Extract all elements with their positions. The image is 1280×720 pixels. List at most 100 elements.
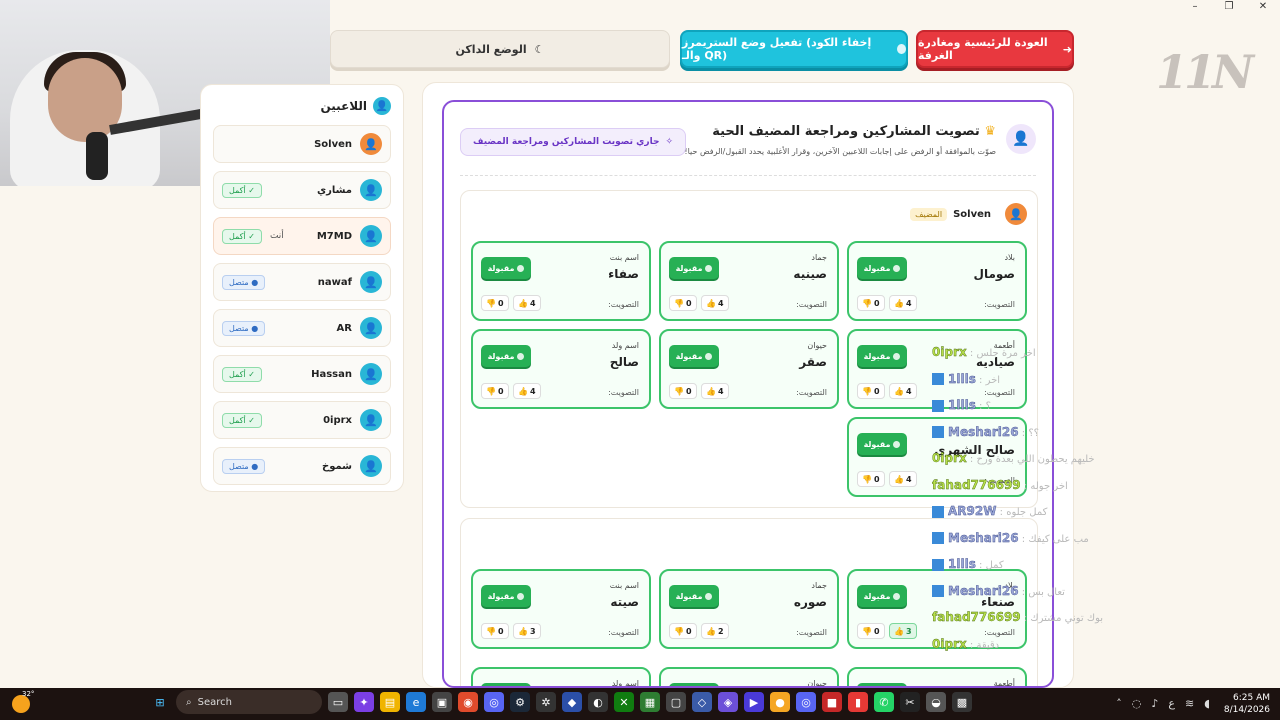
microphone-icon — [86, 132, 108, 180]
wifi-icon[interactable]: ≋ — [1185, 697, 1194, 710]
thumbs-up-icon: 👍 — [706, 386, 716, 396]
app8-icon[interactable]: ◒ — [926, 692, 946, 712]
answer-word: صوره — [793, 595, 827, 609]
capcut-icon[interactable]: ✂ — [900, 692, 920, 712]
thumbs-up-icon: 👍 — [894, 386, 904, 396]
twitch-icon — [932, 399, 944, 412]
players-panel: 👤 اللاعبين 👤 Solven 👤 مشاري ✓ أكمل 👤 M7M… — [200, 84, 404, 492]
steam-icon[interactable]: ⚙ — [510, 692, 530, 712]
streamer-mode-button[interactable]: تفعيل وضع الستريمرز (إخفاء الكود والـ QR… — [680, 30, 908, 68]
lang-indicator[interactable]: ع — [1168, 697, 1175, 710]
microphone-tray-icon[interactable]: ♪ — [1151, 697, 1158, 710]
downvote-button[interactable]: 0 👎 — [857, 623, 885, 639]
app5-icon[interactable]: ● — [770, 692, 790, 712]
player-avatar: 👤 — [360, 133, 382, 155]
thumbs-down-icon: 👎 — [862, 298, 872, 308]
thumbs-down-icon: 👎 — [486, 298, 496, 308]
upvote-button[interactable]: 4 👍 — [513, 295, 541, 311]
app7-icon[interactable]: ▮ — [848, 692, 868, 712]
app2-icon[interactable]: ◇ — [692, 692, 712, 712]
accepted-badge: مقبولة — [481, 585, 531, 607]
store-icon[interactable]: ▣ — [432, 692, 452, 712]
discord-icon[interactable]: ◎ — [484, 692, 504, 712]
upvote-button[interactable]: 4 👍 — [513, 383, 541, 399]
downvote-button[interactable]: 0 👎 — [481, 383, 509, 399]
player-name: مشاري — [316, 184, 352, 196]
windows-start-icon[interactable]: ⊞ — [150, 692, 170, 712]
downvote-button[interactable]: 0 👎 — [481, 295, 509, 311]
upvote-button[interactable]: 4 👍 — [889, 295, 917, 311]
copilot-icon[interactable]: ✦ — [354, 692, 374, 712]
chat-message: 0iprx : دقيقة — [932, 636, 1000, 651]
check-circle-icon — [517, 352, 525, 360]
player-avatar: 👤 — [360, 455, 382, 477]
volume-icon[interactable]: ◖ — [1204, 697, 1210, 710]
downvote-button[interactable]: 0 👎 — [857, 471, 885, 487]
chat-message: AR92W : كمل جلوه — [932, 504, 1047, 518]
app4-icon[interactable]: ▶ — [744, 692, 764, 712]
app6-icon[interactable]: ■ — [822, 692, 842, 712]
clock[interactable]: 6:25 AM 8/14/2026 — [1224, 692, 1270, 716]
downvote-button[interactable]: 0 👎 — [481, 623, 509, 639]
player-avatar: 👤 — [360, 409, 382, 431]
host-name: Solven — [953, 208, 991, 220]
answer-card: اسم بنت صفاء مقبولة التصويت: 4 👍 0 👎 — [471, 241, 651, 321]
chat-text: اخر مرة جلس — [976, 348, 1036, 359]
player-row: 👤 nawaf ● متصل — [213, 263, 391, 301]
settings-icon[interactable]: ✲ — [536, 692, 556, 712]
upvote-button[interactable]: 3 👍 — [513, 623, 541, 639]
check-circle-icon — [893, 352, 901, 360]
upvote-button[interactable]: 4 👍 — [701, 383, 729, 399]
app9-icon[interactable]: ▩ — [952, 692, 972, 712]
whatsapp-icon[interactable]: ✆ — [874, 692, 894, 712]
discord2-icon[interactable]: ◎ — [796, 692, 816, 712]
downvote-button[interactable]: 0 👎 — [669, 295, 697, 311]
downvote-button[interactable]: 0 👎 — [857, 383, 885, 399]
upvote-button[interactable]: 2 👍 — [701, 623, 729, 639]
thumbs-up-icon: 👍 — [518, 298, 528, 308]
folder-icon[interactable]: ▢ — [666, 692, 686, 712]
thumbs-down-icon: 👎 — [862, 626, 872, 636]
taskbar-search[interactable]: ⌕ Search — [176, 690, 322, 714]
answer-word: صيته — [610, 595, 639, 609]
weather-temp: 32° — [22, 690, 35, 698]
app3-icon[interactable]: ◈ — [718, 692, 738, 712]
file-explorer-icon[interactable]: ▤ — [380, 692, 400, 712]
chrome-icon[interactable]: ◉ — [458, 692, 478, 712]
chat-message: fahad776699 : بوك توني مشترك — [932, 610, 1104, 624]
minecraft-icon[interactable]: ▦ — [640, 692, 660, 712]
xbox-icon[interactable]: ✕ — [614, 692, 634, 712]
downvote-button[interactable]: 0 👎 — [857, 295, 885, 311]
player-avatar: 👤 — [360, 317, 382, 339]
downvote-button[interactable]: 0 👎 — [669, 623, 697, 639]
chat-message: fahad776699 : اخر جوله — [932, 477, 1068, 492]
dark-mode-button[interactable]: الوضع الداكن ☾ — [330, 30, 670, 68]
network-icon[interactable]: ◌ — [1132, 697, 1142, 710]
answer-category: اسم بنت — [609, 253, 639, 262]
edge-icon[interactable]: e — [406, 692, 426, 712]
window-controls: – ❐ ✕ — [1178, 0, 1280, 14]
answer-category: أطعمة — [993, 679, 1015, 688]
upvote-button[interactable]: 3 👍 — [889, 623, 917, 639]
downvote-button[interactable]: 0 👎 — [669, 383, 697, 399]
accepted-badge: مقبولة — [857, 257, 907, 279]
player-row: 👤 مشاري ✓ أكمل — [213, 171, 391, 209]
player-name: Hassan — [311, 368, 352, 380]
upvote-button[interactable]: 4 👍 — [889, 383, 917, 399]
thumbs-down-icon: 👎 — [674, 626, 684, 636]
chat-text: ؟؟ — [1028, 427, 1039, 439]
thumbs-up-icon: 👍 — [518, 386, 528, 396]
app-icon[interactable]: ◆ — [562, 692, 582, 712]
player-avatar: 👤 — [360, 225, 382, 247]
obs-icon[interactable]: ◐ — [588, 692, 608, 712]
vote-label: التصويت: — [984, 388, 1015, 397]
exit-room-button[interactable]: العودة للرئيسية ومغادرة الغرفة ➜ — [916, 30, 1074, 68]
task-view-icon[interactable]: ▭ — [328, 692, 348, 712]
chat-message: 0iprx : خليهم يحطون اللي بعدة ورح — [932, 451, 1095, 465]
close-button[interactable]: ✕ — [1246, 0, 1280, 14]
chevron-up-icon[interactable]: ˄ — [1116, 697, 1122, 710]
upvote-button[interactable]: 4 👍 — [701, 295, 729, 311]
upvote-button[interactable]: 4 👍 — [889, 471, 917, 487]
minimize-button[interactable]: – — [1178, 0, 1212, 14]
restore-button[interactable]: ❐ — [1212, 0, 1246, 14]
